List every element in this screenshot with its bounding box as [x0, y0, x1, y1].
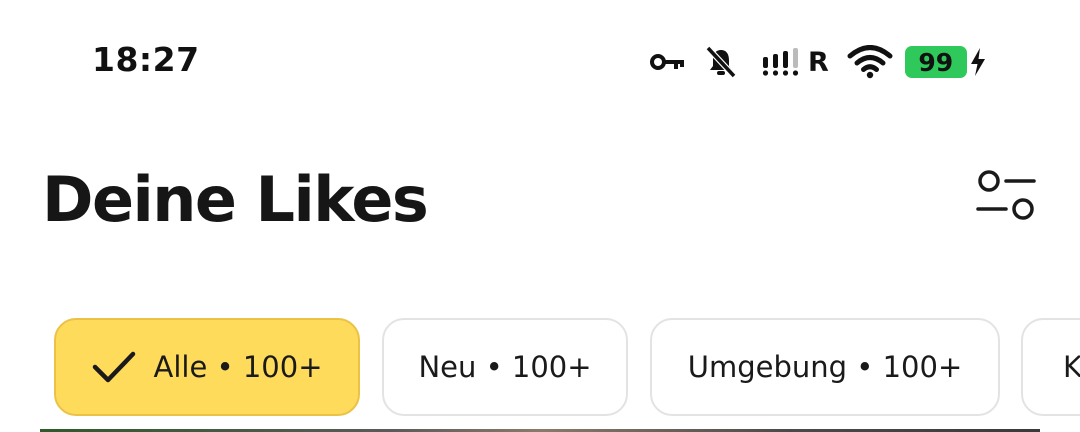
status-icons: R 99 — [650, 40, 987, 84]
chip-partial[interactable]: K — [1021, 318, 1080, 416]
network-type-label: R — [808, 46, 829, 78]
battery-indicator: 99 — [904, 46, 987, 78]
charging-bolt-icon — [970, 48, 985, 76]
filter-sliders-icon — [976, 170, 1036, 220]
chip-alle[interactable]: Alle • 100+ — [54, 318, 360, 416]
page-title: Deine Likes — [42, 163, 429, 236]
signal-icon: R — [762, 47, 829, 78]
chip-label: K — [1063, 350, 1080, 384]
filter-button[interactable] — [970, 160, 1042, 232]
wifi-icon — [847, 45, 893, 79]
chip-label: Umgebung • 100+ — [687, 350, 963, 384]
vpn-key-icon — [650, 54, 684, 70]
chip-label: Alle • 100+ — [153, 350, 323, 384]
chip-label: Neu • 100+ — [418, 350, 592, 384]
filter-chips: Alle • 100+ Neu • 100+ Umgebung • 100+ K — [0, 318, 1080, 418]
status-time: 18:27 — [92, 40, 200, 79]
mute-icon — [705, 45, 737, 79]
chip-umgebung[interactable]: Umgebung • 100+ — [650, 318, 1000, 416]
chip-neu[interactable]: Neu • 100+ — [382, 318, 628, 416]
battery-icon: 99 — [904, 46, 967, 78]
checkmark-icon — [92, 351, 135, 383]
battery-level: 99 — [918, 47, 954, 77]
